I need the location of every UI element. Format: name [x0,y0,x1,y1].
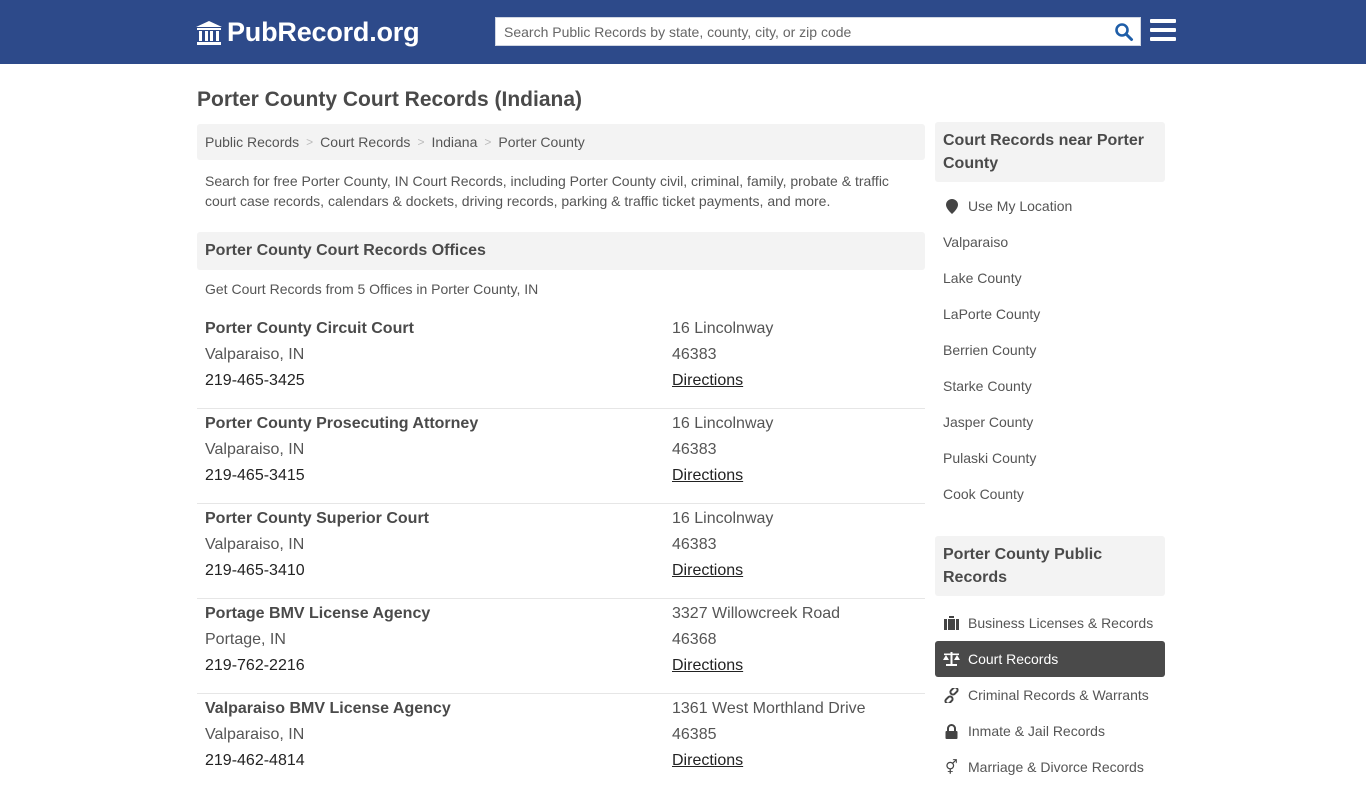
sidebar-item-label: Criminal Records & Warrants [968,687,1149,703]
office-address: 1361 West Morthland Drive [672,700,866,717]
breadcrumb: Public Records > Court Records > Indiana… [197,124,925,160]
venus-mars-icon: ⚥ [945,758,958,775]
search-input[interactable] [496,18,1106,45]
directions-link[interactable]: Directions [672,372,743,390]
hamburger-menu-icon[interactable] [1150,19,1176,43]
courthouse-icon [196,20,222,45]
sidebar-item-label: Business Licenses & Records [968,615,1154,631]
sidebar-item-court-records[interactable]: Court Records [935,641,1165,677]
nearby-item[interactable]: Valparaiso [935,224,1165,260]
office-city: Portage, IN [205,631,286,648]
page-title: Porter County Court Records (Indiana) [197,88,583,111]
nearby-item[interactable]: LaPorte County [935,296,1165,332]
nearby-item[interactable]: Jasper County [935,404,1165,440]
sidebar-item-label: Inmate & Jail Records [968,723,1105,739]
office-address: 16 Lincolnway [672,510,774,527]
office-zip: 46383 [672,536,717,553]
office-phone[interactable]: 219-465-3410 [205,562,305,580]
office-phone[interactable]: 219-462-4814 [205,752,305,770]
sidebar-item-label: Court Records [968,651,1059,667]
public-records-heading: Porter County Public Records [935,536,1165,596]
breadcrumb-separator: > [417,135,425,149]
office-city: Valparaiso, IN [205,726,305,743]
nearby-item[interactable]: Cook County [935,476,1165,512]
sidebar-item-marriage-records[interactable]: ⚥ Marriage & Divorce Records [935,749,1165,785]
directions-link[interactable]: Directions [672,657,743,675]
sidebar-item-business-licenses[interactable]: Business Licenses & Records [935,605,1165,641]
office-address: 16 Lincolnway [672,320,774,337]
search-box [495,17,1141,46]
sidebar-nearby: Court Records near Porter County Use My … [935,122,1165,512]
offices-heading: Porter County Court Records Offices [197,232,925,270]
sidebar-item-inmate-records[interactable]: Inmate & Jail Records [935,713,1165,749]
logo-text: PubRecord.org [227,17,420,47]
office-zip: 46383 [672,346,717,363]
directions-link[interactable]: Directions [672,752,743,770]
public-records-list: Business Licenses & Records Court Record… [935,605,1165,785]
office-zip: 46385 [672,726,717,743]
office-address: 16 Lincolnway [672,415,774,432]
office-item: Porter County Circuit Court Valparaiso, … [197,314,925,409]
office-item: Porter County Prosecuting Attorney Valpa… [197,409,925,504]
breadcrumb-separator: > [306,135,314,149]
directions-link[interactable]: Directions [672,562,743,580]
use-my-location-button[interactable]: Use My Location [935,188,1165,224]
site-logo[interactable]: PubRecord.org [195,17,420,48]
directions-link[interactable]: Directions [672,467,743,485]
nearby-list: Use My Location Valparaiso Lake County L… [935,188,1165,512]
office-phone[interactable]: 219-465-3415 [205,467,305,485]
office-name[interactable]: Valparaiso BMV License Agency [205,700,451,718]
breadcrumb-court-records[interactable]: Court Records [320,134,410,150]
nearby-item[interactable]: Lake County [935,260,1165,296]
office-item: Valparaiso BMV License Agency Valparaiso… [197,694,925,789]
office-item: Portage BMV License Agency Portage, IN 2… [197,599,925,694]
nearby-item[interactable]: Pulaski County [935,440,1165,476]
nearby-item[interactable]: Berrien County [935,332,1165,368]
office-address: 3327 Willowcreek Road [672,605,841,622]
nearby-heading: Court Records near Porter County [935,122,1165,182]
sidebar-item-criminal-records[interactable]: Criminal Records & Warrants [935,677,1165,713]
balance-scale-icon [943,651,960,667]
link-icon [943,687,960,703]
briefcase-icon [943,615,960,631]
office-name[interactable]: Porter County Prosecuting Attorney [205,415,478,433]
breadcrumb-indiana[interactable]: Indiana [431,134,477,150]
offices-list: Porter County Circuit Court Valparaiso, … [197,314,925,789]
use-my-location-label: Use My Location [968,198,1073,214]
breadcrumb-porter-county[interactable]: Porter County [498,134,584,150]
map-marker-icon [943,198,960,214]
office-name[interactable]: Portage BMV License Agency [205,605,430,623]
sidebar-item-label: Marriage & Divorce Records [968,759,1144,775]
breadcrumb-separator: > [484,135,492,149]
office-name[interactable]: Porter County Circuit Court [205,320,414,338]
top-navbar: PubRecord.org [0,0,1366,64]
intro-text: Search for free Porter County, IN Court … [205,173,889,209]
office-phone[interactable]: 219-762-2216 [205,657,305,675]
office-item: Porter County Superior Court Valparaiso,… [197,504,925,599]
breadcrumb-public-records[interactable]: Public Records [205,134,299,150]
office-phone[interactable]: 219-465-3425 [205,372,305,390]
search-icon[interactable] [1114,22,1134,42]
sidebar-public-records: Porter County Public Records Business Li… [935,536,1165,785]
lock-icon [943,723,960,739]
office-city: Valparaiso, IN [205,346,305,363]
nearby-item[interactable]: Starke County [935,368,1165,404]
office-zip: 46368 [672,631,717,648]
offices-subheading: Get Court Records from 5 Offices in Port… [205,281,539,297]
office-city: Valparaiso, IN [205,536,305,553]
office-city: Valparaiso, IN [205,441,305,458]
office-name[interactable]: Porter County Superior Court [205,510,429,528]
office-zip: 46383 [672,441,717,458]
